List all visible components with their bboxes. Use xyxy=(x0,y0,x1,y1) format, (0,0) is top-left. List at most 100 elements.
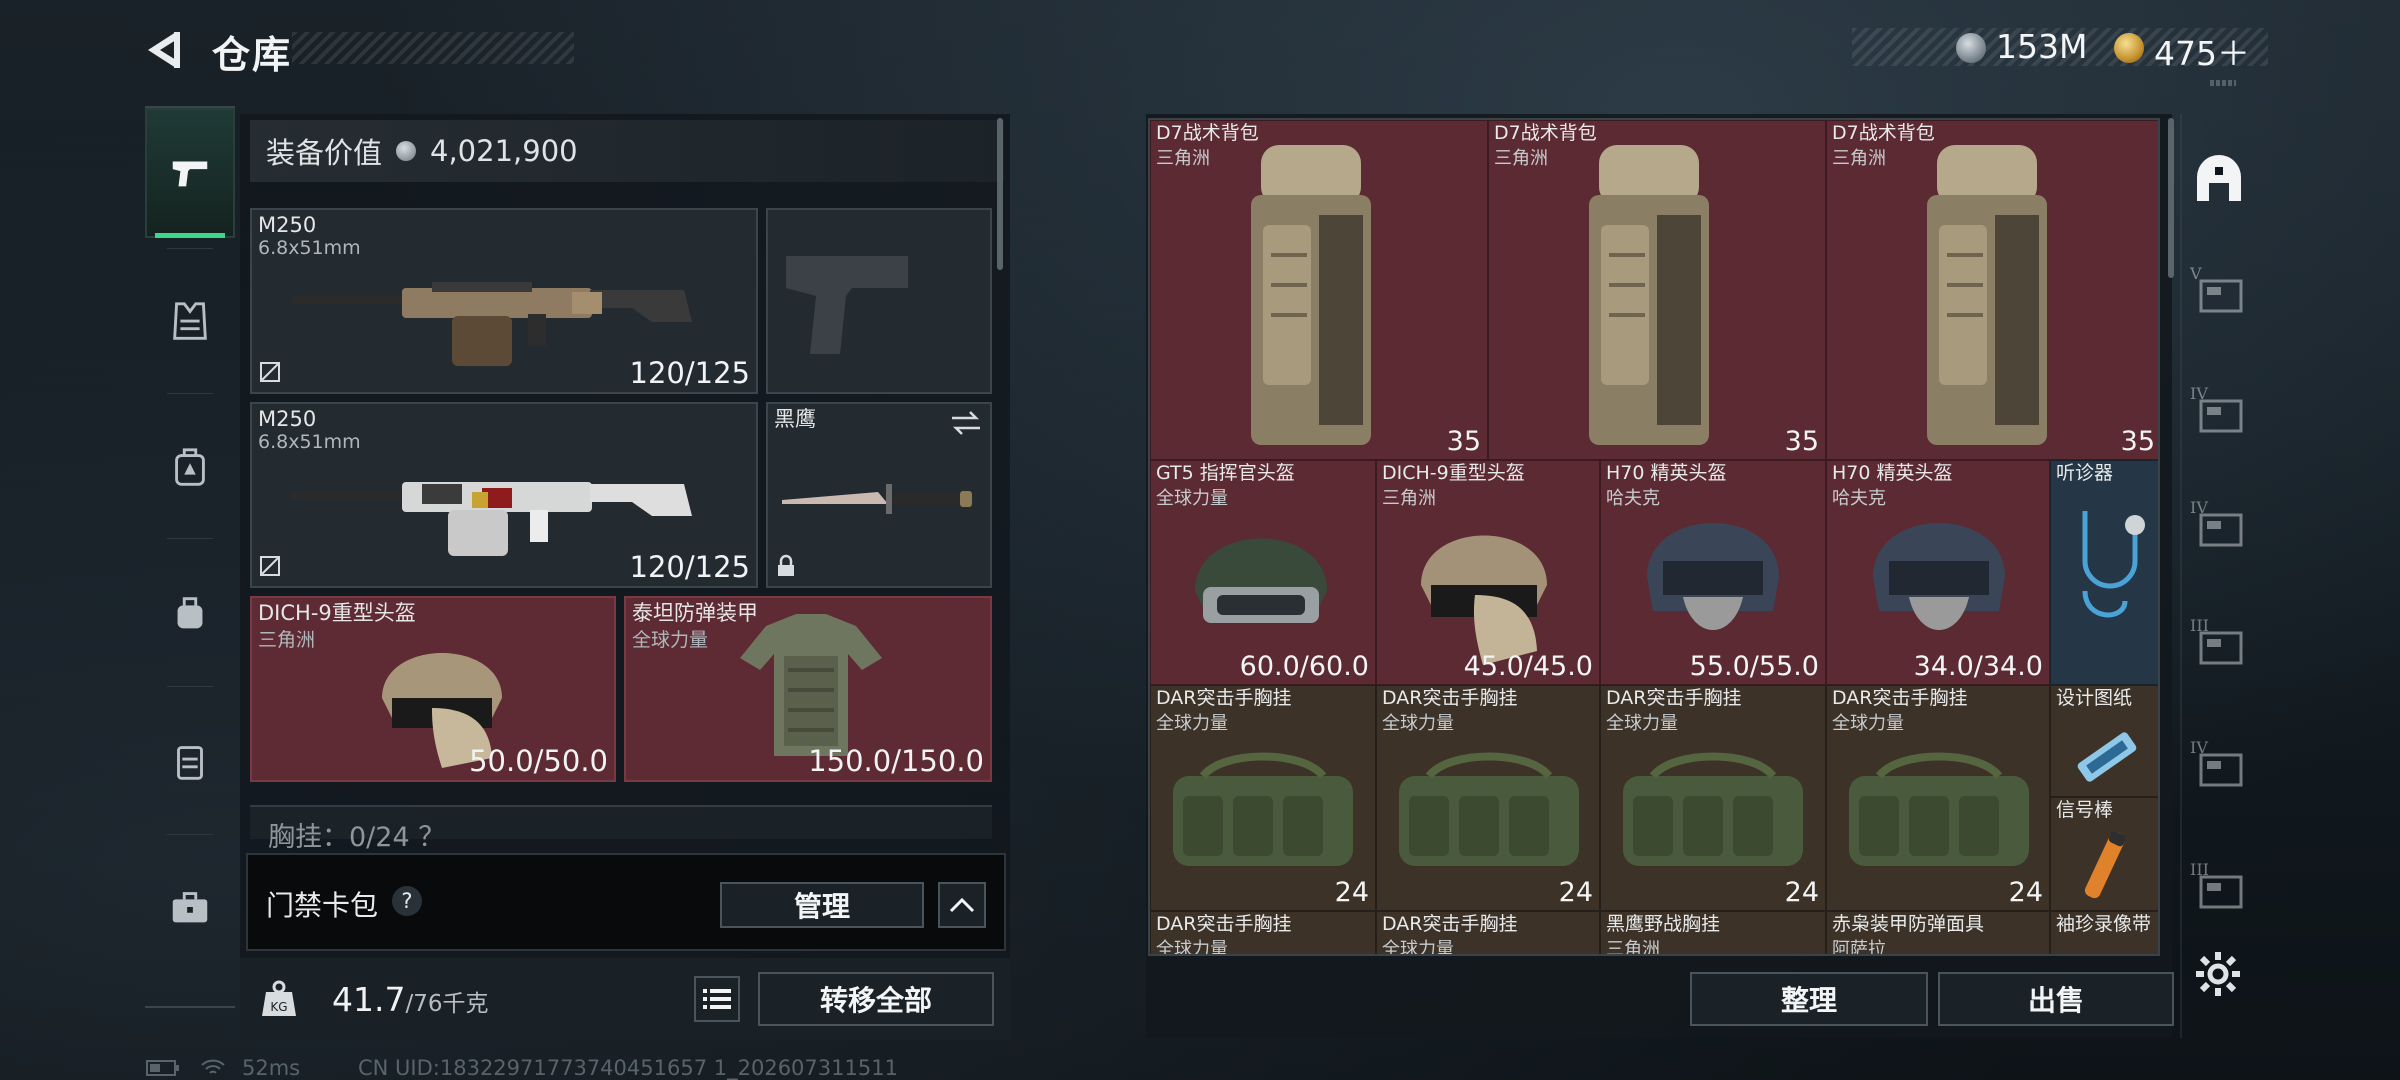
svg-text:KG: KG xyxy=(270,1000,287,1014)
storage-item[interactable]: 袖珍录像带 xyxy=(2050,911,2158,954)
no-insurance-icon xyxy=(260,556,280,576)
storage-item-name: D7战术背包 xyxy=(1156,122,1259,144)
storage-tab-tier[interactable]: IV xyxy=(2190,382,2248,440)
silver-currency-value: 153M xyxy=(1996,27,2088,66)
category-pouch[interactable] xyxy=(145,548,235,678)
storage-item[interactable]: D7战术背包 三角洲 35 xyxy=(1488,120,1826,460)
slot-durability: 120/125 xyxy=(629,356,750,390)
storage-item-faction: 三角洲 xyxy=(1156,148,1210,169)
ping-value: 52ms xyxy=(242,1056,301,1080)
storage-tab-tier[interactable]: IV xyxy=(2190,736,2248,794)
category-armor[interactable] xyxy=(145,256,235,386)
category-case[interactable] xyxy=(145,696,235,826)
access-card-label: 门禁卡包 xyxy=(266,889,379,922)
slot-secondary-weapon[interactable]: M250 6.8x51mm 120/125 xyxy=(250,402,758,588)
swap-icon[interactable] xyxy=(950,410,982,436)
storage-grid: D7战术背包 三角洲 35 D7战术背包 三角洲 35 D7战术背包 三角洲 35 GT5 指挥官… xyxy=(1148,118,2160,956)
storage-item[interactable]: DAR突击手胸挂 全球力量 24 xyxy=(1150,685,1376,911)
storage-item-name: DAR突击手胸挂 xyxy=(1832,687,1968,709)
page-title: 仓库 xyxy=(212,33,293,77)
storage-item-name: DAR突击手胸挂 xyxy=(1156,687,1292,709)
slot-durability: 120/125 xyxy=(629,550,750,584)
slot-helmet[interactable]: DICH-9重型头盔 三角洲 50.0/50.0 xyxy=(250,596,616,782)
storage-item[interactable]: DICH-9重型头盔 三角洲 45.0/45.0 xyxy=(1376,460,1600,685)
settings-gear-icon[interactable] xyxy=(2194,950,2242,998)
storage-item[interactable]: H70 精英头盔 哈夫克 34.0/34.0 xyxy=(1826,460,2050,685)
sell-button[interactable]: 出售 xyxy=(1938,972,2174,1026)
storage-item-value: 35 xyxy=(1784,426,1819,457)
slot-item-name: M250 xyxy=(258,213,317,237)
transfer-all-button[interactable]: 转移全部 xyxy=(758,972,994,1026)
slot-item-name: M250 xyxy=(258,407,317,431)
storage-item[interactable]: DAR突击手胸挂 全球力量 xyxy=(1150,911,1376,954)
collapse-button[interactable] xyxy=(938,882,986,928)
storage-item-faction: 全球力量 xyxy=(1156,713,1228,734)
storage-item[interactable]: 信号棒 xyxy=(2050,797,2158,911)
storage-item[interactable]: 赤枭装甲防弹面具 阿萨拉 xyxy=(1826,911,2050,954)
storage-item-value: 24 xyxy=(1558,877,1593,908)
rail-divider xyxy=(167,686,213,687)
storage-item[interactable]: DAR突击手胸挂 全球力量 24 xyxy=(1376,685,1600,911)
back-button[interactable] xyxy=(140,26,188,74)
storage-item-value: 24 xyxy=(1334,877,1369,908)
storage-tab-label: V xyxy=(2190,264,2202,283)
back-arrow-icon xyxy=(148,32,180,68)
equipment-scrollbar[interactable] xyxy=(997,118,1003,270)
pistol-placeholder-icon xyxy=(786,256,908,354)
storage-item-name: D7战术背包 xyxy=(1832,122,1935,144)
storage-item-value: 35 xyxy=(2120,426,2155,457)
silver-coin-icon xyxy=(396,141,417,161)
equipment-value-bar: 装备价值 4,021,900 xyxy=(250,120,1004,182)
slot-item-faction: 三角洲 xyxy=(258,629,316,651)
wifi-icon xyxy=(201,1059,225,1074)
pouch-icon xyxy=(177,597,203,629)
storage-tab-tier[interactable]: IV xyxy=(2190,496,2248,554)
category-weapons[interactable] xyxy=(145,108,235,238)
manage-button[interactable]: 管理 xyxy=(720,882,924,928)
help-icon[interactable]: ? xyxy=(392,886,422,916)
storage-item-name: DAR突击手胸挂 xyxy=(1606,687,1742,709)
storage-item[interactable]: DAR突击手胸挂 全球力量 24 xyxy=(1826,685,2050,911)
storage-item[interactable]: D7战术背包 三角洲 35 xyxy=(1826,120,2158,460)
storage-item[interactable]: DAR突击手胸挂 全球力量 xyxy=(1376,911,1600,954)
decoration-marks xyxy=(2210,80,2236,86)
storage-tab-tier[interactable]: III xyxy=(2190,614,2248,672)
weight-value: 41.7/76千克 xyxy=(332,980,489,1019)
storage-tab-tier[interactable]: V xyxy=(2190,262,2248,320)
storage-item-name: H70 精英头盔 xyxy=(1832,462,1953,484)
storage-item[interactable]: GT5 指挥官头盔 全球力量 60.0/60.0 xyxy=(1150,460,1376,685)
storage-item-faction: 全球力量 xyxy=(1606,713,1678,734)
storage-item-faction: 三角洲 xyxy=(1382,488,1436,509)
storage-scrollbar[interactable] xyxy=(2168,118,2174,278)
slot-durability: 150.0/150.0 xyxy=(808,744,984,778)
equipment-value-label: 装备价值 xyxy=(266,136,383,170)
storage-item[interactable]: D7战术背包 三角洲 35 xyxy=(1150,120,1488,460)
gold-currency-value[interactable]: 475＋ xyxy=(2154,27,2250,75)
slot-primary-weapon[interactable]: M250 6.8x51mm 120/125 xyxy=(250,208,758,394)
storage-item[interactable]: 设计图纸 xyxy=(2050,685,2158,797)
storage-item-faction: 全球力量 xyxy=(1382,713,1454,734)
storage-tab-tier[interactable]: III xyxy=(2190,858,2248,916)
silver-coin-icon xyxy=(1956,33,1986,63)
slot-pistol-empty[interactable] xyxy=(766,208,992,394)
category-toolbox[interactable] xyxy=(145,842,235,972)
storage-tab-label: III xyxy=(2190,860,2209,879)
weight-icon: KG xyxy=(262,980,296,1016)
storage-tab-main[interactable] xyxy=(2190,150,2248,208)
storage-item[interactable]: DAR突击手胸挂 全球力量 24 xyxy=(1600,685,1826,911)
sort-button[interactable]: 整理 xyxy=(1690,972,1928,1026)
slot-armor[interactable]: 泰坦防弹装甲 全球力量 150.0/150.0 xyxy=(624,596,992,782)
storage-item[interactable]: H70 精英头盔 哈夫克 55.0/55.0 xyxy=(1600,460,1826,685)
storage-item-name: 黑鹰野战胸挂 xyxy=(1606,913,1721,935)
storage-item-name: 听诊器 xyxy=(2056,462,2114,484)
slot-melee[interactable]: 黑鹰 xyxy=(766,402,992,588)
storage-item-faction: 三角洲 xyxy=(1606,939,1660,956)
storage-item[interactable]: 听诊器 xyxy=(2050,460,2158,685)
storage-tab-label: IV xyxy=(2190,498,2208,517)
storage-item[interactable]: 黑鹰野战胸挂 三角洲 xyxy=(1600,911,1826,956)
category-backpack[interactable] xyxy=(145,402,235,532)
list-view-button[interactable] xyxy=(694,976,740,1022)
battery-icon xyxy=(146,1060,179,1076)
storage-item-value: 45.0/45.0 xyxy=(1463,651,1593,682)
storage-item-name: 信号棒 xyxy=(2056,799,2114,821)
